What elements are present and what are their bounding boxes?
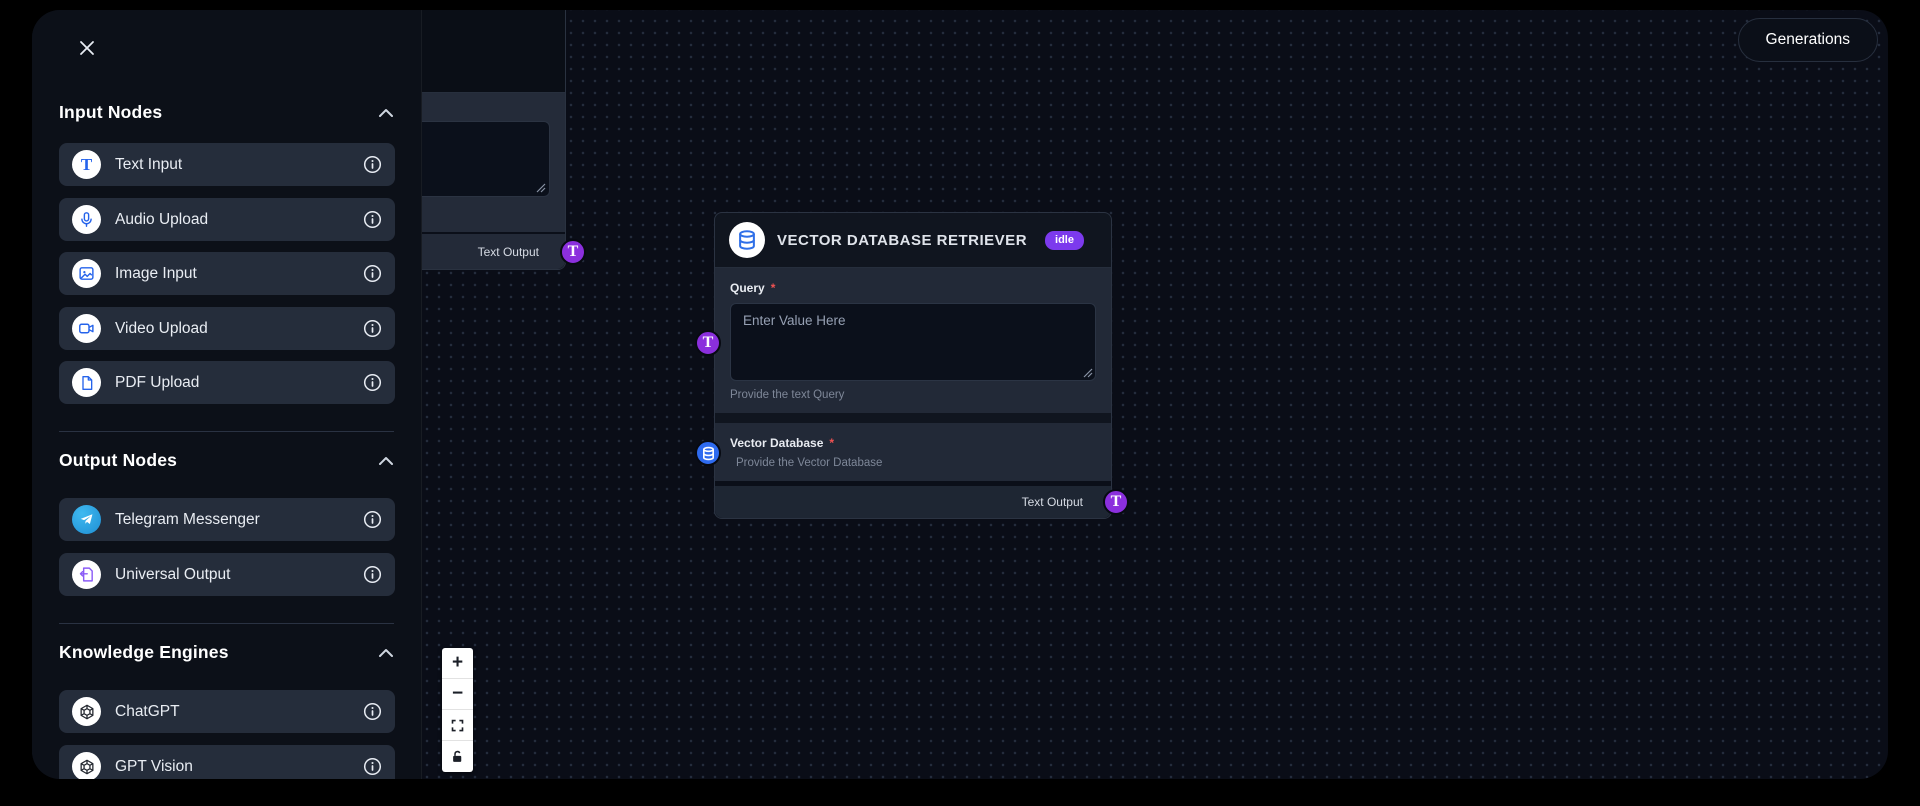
zoom-in-button[interactable]: + (442, 648, 473, 679)
query-section: Query * Provide the text Query (715, 268, 1111, 413)
vector-db-field-label: Vector Database (730, 436, 823, 450)
query-helper-text: Provide the text Query (730, 389, 1096, 401)
generations-button[interactable]: Generations (1738, 18, 1878, 62)
chevron-up-icon[interactable] (378, 456, 394, 466)
item-label: PDF Upload (115, 374, 349, 392)
item-label: Video Upload (115, 320, 349, 338)
node-header[interactable]: VECTOR DATABASE RETRIEVER idle (715, 213, 1111, 268)
database-icon (701, 446, 716, 461)
sidebar-item-audio-upload[interactable]: Audio Upload (59, 198, 395, 241)
fit-view-icon (450, 718, 465, 733)
gpt-vision-icon (72, 752, 101, 779)
section-title-knowledge-engines: Knowledge Engines (59, 642, 229, 663)
fit-view-button[interactable] (442, 710, 473, 741)
pdf-upload-icon (72, 368, 101, 397)
close-icon (78, 39, 96, 57)
info-icon[interactable] (363, 702, 382, 721)
vector-db-input-handle[interactable] (695, 440, 721, 466)
vector-database-retriever-node[interactable]: VECTOR DATABASE RETRIEVER idle Query * P… (714, 212, 1112, 519)
database-icon (729, 222, 765, 258)
generations-label: Generations (1766, 31, 1850, 49)
node-footer: Text Output T (715, 486, 1111, 518)
item-label: GPT Vision (115, 758, 349, 776)
query-input-handle[interactable]: T (695, 330, 721, 356)
text-handle-letter: T (1111, 494, 1122, 510)
image-input-icon (72, 259, 101, 288)
text-output-handle[interactable]: T (1103, 489, 1129, 515)
text-input-icon: T (72, 150, 101, 179)
info-icon[interactable] (363, 757, 382, 776)
item-label: Image Input (115, 265, 349, 283)
vector-db-helper-text: Provide the Vector Database (736, 457, 1096, 469)
resize-grip-icon[interactable] (1083, 368, 1093, 378)
close-sidebar-button[interactable] (76, 37, 98, 59)
section-title-input-nodes: Input Nodes (59, 102, 162, 123)
telegram-icon (72, 505, 101, 534)
text-output-handle[interactable]: T (560, 239, 586, 265)
info-icon[interactable] (363, 319, 382, 338)
item-label: Universal Output (115, 566, 349, 584)
info-icon[interactable] (363, 155, 382, 174)
sidebar-item-image-input[interactable]: Image Input (59, 252, 395, 295)
resize-grip-icon[interactable] (536, 183, 546, 193)
sidebar-item-telegram-messenger[interactable]: Telegram Messenger (59, 498, 395, 541)
info-icon[interactable] (363, 565, 382, 584)
section-divider (59, 623, 394, 624)
output-port-label: Text Output (478, 245, 539, 259)
status-badge: idle (1045, 231, 1084, 250)
app-window: Text Output T VECTOR DATABASE RETRIEVER … (32, 10, 1888, 779)
info-icon[interactable] (363, 264, 382, 283)
item-label: ChatGPT (115, 703, 349, 721)
sidebar-item-video-upload[interactable]: Video Upload (59, 307, 395, 350)
minus-icon: − (452, 683, 463, 705)
node-library-sidebar: Input Nodes T Text Input Audio Upload Im… (32, 10, 422, 779)
vector-database-section: Vector Database * Provide the Vector Dat… (715, 423, 1111, 481)
zoom-out-button[interactable]: − (442, 679, 473, 710)
text-handle-letter: T (568, 244, 579, 260)
item-label: Telegram Messenger (115, 511, 349, 529)
universal-output-icon (72, 560, 101, 589)
section-gap (715, 413, 1111, 423)
required-marker: * (771, 281, 776, 295)
info-icon[interactable] (363, 373, 382, 392)
sidebar-item-text-input[interactable]: T Text Input (59, 143, 395, 186)
section-title-output-nodes: Output Nodes (59, 450, 177, 471)
video-upload-icon (72, 314, 101, 343)
chevron-up-icon[interactable] (378, 648, 394, 658)
item-label: Text Input (115, 156, 349, 174)
text-handle-letter: T (703, 335, 714, 351)
node-title: VECTOR DATABASE RETRIEVER (777, 232, 1027, 249)
audio-upload-icon (72, 205, 101, 234)
section-divider (59, 431, 394, 432)
query-field-label: Query (730, 281, 765, 295)
sidebar-item-universal-output[interactable]: Universal Output (59, 553, 395, 596)
output-port-label: Text Output (1022, 495, 1083, 509)
required-marker: * (829, 436, 834, 450)
chevron-up-icon[interactable] (378, 108, 394, 118)
info-icon[interactable] (363, 510, 382, 529)
lock-button[interactable] (442, 741, 473, 772)
sidebar-item-gpt-vision[interactable]: GPT Vision (59, 745, 395, 779)
item-label: Audio Upload (115, 211, 349, 229)
sidebar-item-chatgpt[interactable]: ChatGPT (59, 690, 395, 733)
zoom-toolbar: + − (442, 648, 473, 772)
info-icon[interactable] (363, 210, 382, 229)
chatgpt-icon (72, 697, 101, 726)
query-input[interactable] (730, 303, 1096, 381)
sidebar-item-pdf-upload[interactable]: PDF Upload (59, 361, 395, 404)
plus-icon: + (452, 652, 463, 674)
lock-icon (450, 749, 465, 764)
